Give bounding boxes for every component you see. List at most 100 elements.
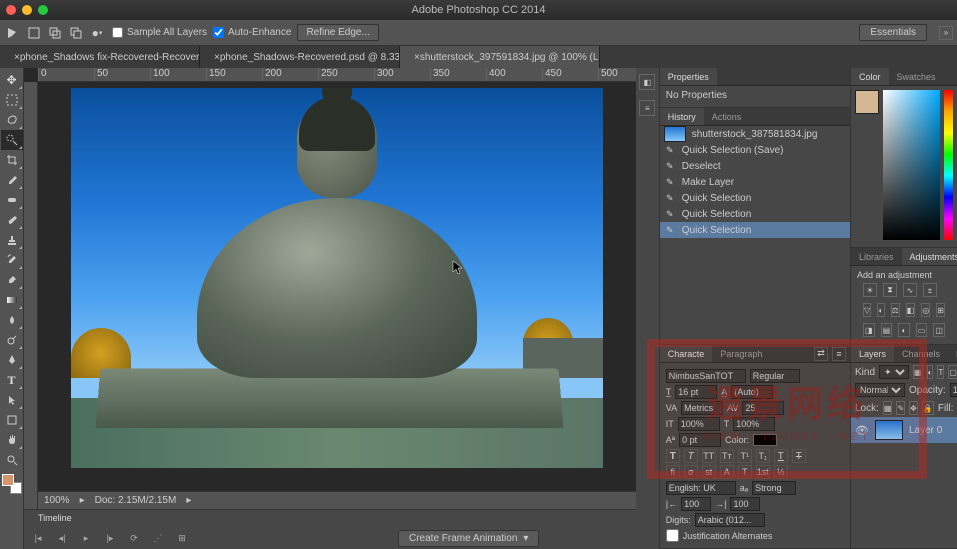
lock-trans-icon[interactable]: ▦: [883, 401, 893, 415]
ot-icon[interactable]: 1st: [756, 465, 770, 479]
history-brush-tool-icon[interactable]: [1, 250, 23, 270]
scale-v-input[interactable]: [730, 497, 760, 511]
filter-adj-icon[interactable]: ◐: [927, 365, 934, 379]
prev-frame-icon[interactable]: ◂|: [54, 531, 70, 545]
workspace-switcher[interactable]: Essentials: [859, 24, 927, 41]
vscale-input[interactable]: [678, 417, 720, 431]
exposure-adj-icon[interactable]: ±: [923, 283, 937, 297]
dodge-tool-icon[interactable]: [1, 330, 23, 350]
document-tab[interactable]: ×phone_Shadows-Recovered.psd @ 8.33% (iM…: [200, 46, 400, 68]
eyedropper-tool-icon[interactable]: [1, 170, 23, 190]
hue-adj-icon[interactable]: ◐: [877, 303, 884, 317]
ot-icon[interactable]: ½: [774, 465, 788, 479]
swatches-tab[interactable]: Swatches: [889, 68, 944, 85]
ot-icon[interactable]: st: [702, 465, 716, 479]
superscript-icon[interactable]: T¹: [738, 449, 752, 463]
antialias-select[interactable]: [752, 481, 796, 495]
smallcaps-icon[interactable]: Tᴛ: [720, 449, 734, 463]
type-tool-icon[interactable]: T: [1, 370, 23, 390]
subscript-icon[interactable]: T₁: [756, 449, 770, 463]
ruler-vertical[interactable]: [24, 82, 38, 549]
curves-adj-icon[interactable]: ∿: [903, 283, 917, 297]
actions-tab[interactable]: Actions: [704, 108, 750, 125]
history-snapshot[interactable]: shutterstock_387581834.jpg: [660, 126, 850, 142]
tracking-input[interactable]: [742, 401, 784, 415]
leading-input[interactable]: [731, 385, 773, 399]
new-selection-icon[interactable]: [25, 24, 43, 42]
paragraph-tab[interactable]: Paragraph: [712, 345, 770, 362]
history-step[interactable]: ✎Make Layer: [660, 174, 850, 190]
filter-pixel-icon[interactable]: ▦: [913, 365, 923, 379]
eraser-tool-icon[interactable]: [1, 270, 23, 290]
layers-tab[interactable]: Layers: [851, 345, 894, 362]
blur-tool-icon[interactable]: [1, 310, 23, 330]
panel-menu-icon[interactable]: ≡: [832, 347, 846, 361]
hand-tool-icon[interactable]: [1, 430, 23, 450]
color-field[interactable]: [883, 90, 940, 240]
threshold-adj-icon[interactable]: ◐: [898, 323, 910, 337]
minimize-window-icon[interactable]: [22, 5, 32, 15]
lock-paint-icon[interactable]: ✎: [896, 401, 905, 415]
quick-selection-tool-icon[interactable]: [1, 130, 23, 150]
tween-icon[interactable]: ⋰: [150, 531, 166, 545]
colorbal-adj-icon[interactable]: ⚖: [891, 303, 900, 317]
libraries-tab[interactable]: Libraries: [851, 248, 902, 265]
ruler-horizontal[interactable]: 0501001502002503003504004505005506006507…: [38, 68, 636, 82]
loop-icon[interactable]: ⟳: [126, 531, 142, 545]
gradmap-adj-icon[interactable]: ▭: [916, 323, 928, 337]
mixer-adj-icon[interactable]: ⊞: [936, 303, 945, 317]
kerning-input[interactable]: [681, 401, 723, 415]
lasso-tool-icon[interactable]: [1, 110, 23, 130]
history-step[interactable]: ✎Quick Selection (Save): [660, 142, 850, 158]
levels-adj-icon[interactable]: ⧗: [883, 283, 897, 297]
filter-shape-icon[interactable]: ▢: [948, 365, 957, 379]
filter-type-icon[interactable]: T: [937, 365, 944, 379]
close-window-icon[interactable]: [6, 5, 16, 15]
healing-tool-icon[interactable]: [1, 190, 23, 210]
vibrance-adj-icon[interactable]: ▽: [863, 303, 871, 317]
ot-icon[interactable]: T: [738, 465, 752, 479]
bw-adj-icon[interactable]: ◧: [906, 303, 916, 317]
strike-icon[interactable]: T: [792, 449, 806, 463]
font-style-select[interactable]: [750, 369, 800, 383]
history-step[interactable]: ✎Quick Selection: [660, 222, 850, 238]
move-tool-icon[interactable]: ✥: [1, 70, 23, 90]
marquee-tool-icon[interactable]: [1, 90, 23, 110]
ot-icon[interactable]: σ: [684, 465, 698, 479]
brightness-adj-icon[interactable]: ☀: [863, 283, 877, 297]
layer-name[interactable]: Layer 0: [909, 425, 942, 436]
tool-preset-icon[interactable]: [4, 24, 22, 42]
foreground-background-colors[interactable]: [2, 474, 22, 494]
history-step[interactable]: ✎Quick Selection: [660, 190, 850, 206]
allcaps-icon[interactable]: TT: [702, 449, 716, 463]
foreground-color-swatch[interactable]: [2, 474, 14, 486]
subtract-selection-icon[interactable]: [67, 24, 85, 42]
document-canvas[interactable]: [71, 88, 603, 468]
character-tab[interactable]: Characte: [660, 345, 713, 362]
invert-adj-icon[interactable]: ◨: [863, 323, 875, 337]
status-popup-icon[interactable]: ▸: [80, 495, 85, 506]
duplicate-frame-icon[interactable]: ⊞: [174, 531, 190, 545]
layer-row[interactable]: 👁 Layer 0: [851, 417, 957, 443]
blend-mode-select[interactable]: Normal: [855, 383, 905, 397]
document-tab[interactable]: ×phone_Shadows fix-Recovered-Recovered.p…: [0, 46, 200, 68]
selcolor-adj-icon[interactable]: ◫: [933, 323, 945, 337]
zoom-level[interactable]: 100%: [44, 495, 70, 506]
hue-slider[interactable]: [944, 90, 953, 240]
ot-icon[interactable]: fi: [666, 465, 680, 479]
status-popup-icon[interactable]: ▸: [186, 495, 191, 506]
create-frame-animation-button[interactable]: Create Frame Animation▾: [398, 530, 539, 547]
scale-h-input[interactable]: [681, 497, 711, 511]
shape-tool-icon[interactable]: [1, 410, 23, 430]
timeline-tab[interactable]: Timeline: [30, 510, 80, 526]
crop-tool-icon[interactable]: [1, 150, 23, 170]
history-tab[interactable]: History: [660, 108, 704, 125]
pen-tool-icon[interactable]: [1, 350, 23, 370]
zoom-tool-icon[interactable]: [1, 450, 23, 470]
expand-panels-icon[interactable]: »: [939, 26, 953, 40]
document-tab[interactable]: ×shutterstock_397591834.jpg @ 100% (Laye…: [400, 46, 600, 68]
opacity-input[interactable]: [950, 383, 957, 397]
gradient-tool-icon[interactable]: [1, 290, 23, 310]
doc-size[interactable]: Doc: 2.15M/2.15M: [95, 495, 177, 506]
brush-size-icon[interactable]: ●▾: [88, 24, 106, 42]
